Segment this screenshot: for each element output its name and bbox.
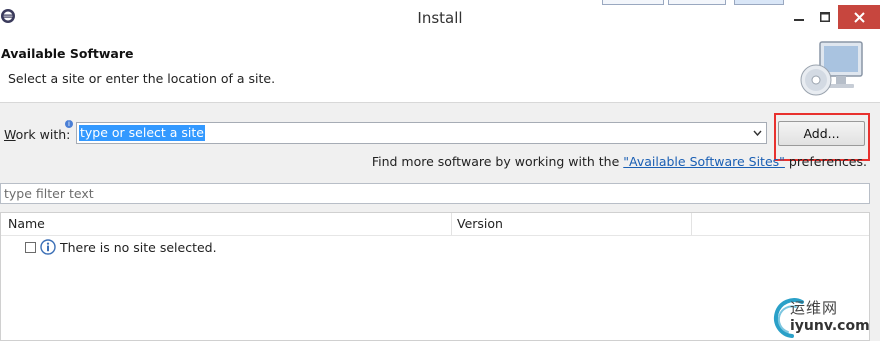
column-divider[interactable] — [691, 213, 692, 235]
filter-input[interactable]: type filter text — [0, 183, 870, 204]
software-table[interactable]: Name Version There is no site selected. — [0, 212, 870, 341]
work-with-input[interactable]: type or select a site — [79, 125, 205, 141]
install-banner-icon — [800, 41, 863, 96]
wizard-body: Work with: i type or select a site Add..… — [0, 103, 880, 341]
column-divider[interactable] — [451, 213, 452, 235]
add-button[interactable]: Add... — [778, 121, 865, 146]
chevron-down-icon — [752, 130, 762, 136]
minimize-button[interactable] — [786, 5, 812, 29]
page-title: Available Software — [1, 46, 134, 61]
minimize-icon — [794, 19, 804, 21]
title-bar: Install — [0, 0, 880, 37]
available-software-sites-link[interactable]: "Available Software Sites" — [623, 154, 785, 169]
row-checkbox[interactable] — [25, 241, 36, 253]
info-icon — [40, 239, 56, 255]
close-icon — [853, 11, 865, 23]
window-title: Install — [417, 9, 463, 27]
column-header-name[interactable]: Name — [8, 216, 45, 231]
background-window-fragment — [602, 0, 664, 5]
page-description: Select a site or enter the location of a… — [8, 71, 276, 86]
maximize-button[interactable] — [812, 5, 838, 29]
table-row[interactable]: There is no site selected. — [25, 239, 217, 255]
find-more-text: Find more software by working with the "… — [371, 154, 867, 169]
work-with-combo[interactable]: type or select a site — [76, 122, 767, 144]
maximize-icon — [820, 12, 830, 22]
row-message: There is no site selected. — [60, 239, 217, 255]
wizard-header: Available Software Select a site or ente… — [0, 36, 880, 103]
close-button[interactable] — [838, 5, 880, 29]
background-window-fragment — [668, 0, 726, 5]
info-icon: i — [65, 120, 73, 128]
table-header: Name Version — [1, 213, 869, 236]
background-window-fragment — [734, 0, 784, 5]
watermark-text-en: iyunv.com — [790, 318, 870, 334]
watermark-text-cn: 运维网 — [790, 299, 839, 317]
filter-placeholder: type filter text — [4, 186, 94, 201]
column-header-version[interactable]: Version — [457, 216, 503, 231]
work-with-label: Work with: — [4, 127, 71, 142]
combo-dropdown-button[interactable] — [748, 123, 766, 143]
